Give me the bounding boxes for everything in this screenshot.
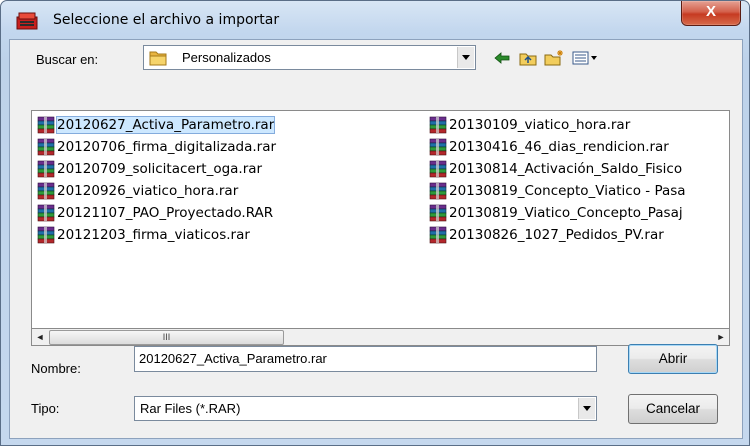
file-name: 20121203_firma_viaticos.rar <box>57 227 250 243</box>
window-title: Seleccione el archivo a importar <box>53 12 280 28</box>
filename-input[interactable]: 20120627_Activa_Parametro.rar <box>134 346 597 372</box>
rar-file-icon <box>429 160 447 178</box>
cancel-button[interactable]: Cancelar <box>628 394 718 424</box>
scroll-left-arrow[interactable]: ◄ <box>32 329 48 345</box>
scroll-grip: III <box>162 332 171 342</box>
file-item[interactable]: 20120706_firma_digitalizada.rar <box>36 138 276 156</box>
file-name: 20130819_Viatico_Concepto_Pasaj <box>449 205 683 221</box>
file-item[interactable]: 20130819_Concepto_Viatico - Pasa <box>428 182 686 200</box>
new-folder-button[interactable] <box>543 48 565 68</box>
file-name: 20130826_1027_Pedidos_PV.rar <box>449 227 664 243</box>
up-folder-icon <box>519 53 537 65</box>
file-item[interactable]: 20130819_Viatico_Concepto_Pasaj <box>428 204 683 222</box>
file-item[interactable]: 20120627_Activa_Parametro.rar <box>36 116 276 134</box>
back-button[interactable] <box>491 48 513 68</box>
dialog-body: Buscar en: Personalizados 20120627_Activ… <box>9 39 743 439</box>
file-item[interactable]: 20130826_1027_Pedidos_PV.rar <box>428 226 664 244</box>
up-folder-button[interactable] <box>517 48 539 68</box>
filetype-label: Tipo: <box>31 401 60 416</box>
file-item[interactable]: 20130814_Activación_Saldo_Fisico <box>428 160 682 178</box>
scroll-right-arrow[interactable]: ► <box>713 329 729 345</box>
rar-file-icon <box>429 116 447 134</box>
folder-icon <box>149 51 167 66</box>
file-name: 20130819_Concepto_Viatico - Pasa <box>449 183 686 199</box>
file-item[interactable]: 20130416_46_dias_rendicion.rar <box>428 138 669 156</box>
file-list[interactable]: 20120627_Activa_Parametro.rar 20120706_fi… <box>31 110 730 329</box>
rar-file-icon <box>429 138 447 156</box>
file-item[interactable]: 20121203_firma_viaticos.rar <box>36 226 250 244</box>
view-menu-icon <box>572 51 597 65</box>
file-item[interactable]: 20130109_viatico_hora.rar <box>428 116 630 134</box>
rar-file-icon <box>37 204 55 222</box>
file-name: 20130416_46_dias_rendicion.rar <box>449 139 669 155</box>
back-arrow-icon <box>494 52 510 64</box>
filetype-value: Rar Files (*.RAR) <box>140 401 241 416</box>
file-name: 20120706_firma_digitalizada.rar <box>57 139 277 155</box>
close-button[interactable]: X <box>681 1 741 26</box>
file-name: 20120709_solicitacert_oga.rar <box>57 161 263 177</box>
rar-file-icon <box>37 116 55 134</box>
title-bar[interactable]: Seleccione el archivo a importar X <box>1 1 749 39</box>
rar-file-icon <box>429 204 447 222</box>
file-name: 20120627_Activa_Parametro.rar <box>55 116 276 134</box>
scroll-thumb[interactable]: III <box>49 330 284 345</box>
rar-file-icon <box>429 226 447 244</box>
filetype-dropdown[interactable]: Rar Files (*.RAR) <box>134 396 597 421</box>
rar-file-icon <box>37 138 55 156</box>
chevron-down-icon[interactable] <box>578 398 595 419</box>
rar-file-icon <box>37 182 55 200</box>
rar-archive-icon <box>16 12 38 30</box>
file-name: 20121107_PAO_Proyectado.RAR <box>57 205 274 221</box>
file-name: 20130109_viatico_hora.rar <box>449 117 631 133</box>
file-name: 20130814_Activación_Saldo_Fisico <box>449 161 683 177</box>
view-menu-button[interactable] <box>571 48 601 68</box>
rar-file-icon <box>429 182 447 200</box>
new-folder-icon <box>544 50 563 66</box>
file-name: 20120926_viatico_hora.rar <box>57 183 239 199</box>
look-in-label: Buscar en: <box>36 52 99 67</box>
file-open-dialog: Seleccione el archivo a importar X Busca… <box>0 0 750 446</box>
chevron-down-icon[interactable] <box>457 47 474 68</box>
horizontal-scrollbar[interactable]: ◄ III ► <box>31 329 730 346</box>
open-button[interactable]: Abrir <box>628 344 718 374</box>
rar-file-icon <box>37 226 55 244</box>
file-item[interactable]: 20120926_viatico_hora.rar <box>36 182 238 200</box>
look-in-value: Personalizados <box>182 50 271 65</box>
filename-label: Nombre: <box>31 361 81 376</box>
look-in-dropdown[interactable]: Personalizados <box>143 45 476 70</box>
file-item[interactable]: 20120709_solicitacert_oga.rar <box>36 160 262 178</box>
rar-file-icon <box>37 160 55 178</box>
file-item[interactable]: 20121107_PAO_Proyectado.RAR <box>36 204 273 222</box>
